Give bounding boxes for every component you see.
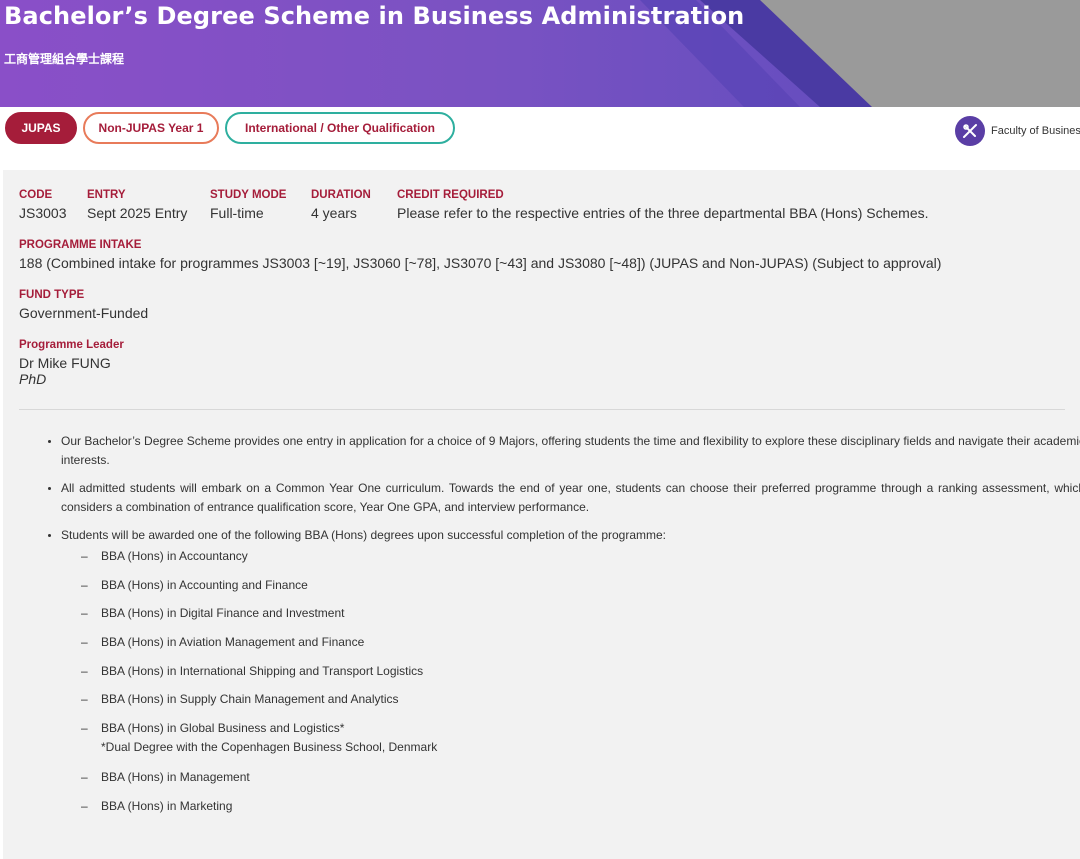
duration-value: 4 years — [311, 205, 357, 221]
degree-item: BBA (Hons) in Accountancy — [81, 547, 1080, 576]
tools-icon-graphic — [963, 124, 977, 138]
list-item: Students will be awarded one of the foll… — [61, 526, 1080, 826]
tab-international[interactable]: International / Other Qualification — [225, 112, 455, 144]
degree-item: BBA (Hons) in Aviation Management and Fi… — [81, 633, 1080, 662]
degree-item: BBA (Hons) in Global Business and Logist… — [81, 719, 1080, 768]
credit-label: CREDIT REQUIRED — [397, 189, 504, 201]
credit-value: Please refer to the respective entries o… — [397, 205, 929, 221]
page-title: Bachelor’s Degree Scheme in Business Adm… — [4, 2, 745, 30]
degree-item-label: BBA (Hons) in Global Business and Logist… — [101, 721, 345, 736]
code-value: JS3003 — [19, 205, 67, 221]
programme-info-panel: CODE JS3003 ENTRY Sept 2025 Entry STUDY … — [3, 170, 1080, 859]
leader-name: Dr Mike FUNG — [19, 355, 111, 371]
tools-icon — [955, 116, 985, 146]
duration-field: DURATION 4 years — [311, 189, 371, 221]
study-mode-value: Full-time — [210, 205, 264, 221]
tab-non-jupas-year-1[interactable]: Non-JUPAS Year 1 — [83, 112, 219, 144]
entry-label: ENTRY — [87, 189, 126, 201]
degree-item: BBA (Hons) in Supply Chain Management an… — [81, 690, 1080, 719]
fund-block: FUND TYPE Government-Funded — [19, 289, 148, 321]
degree-item: BBA (Hons) in Accounting and Finance — [81, 576, 1080, 605]
list-item: All admitted students will embark on a C… — [61, 479, 1080, 517]
page-subtitle: 工商管理組合學士課程 — [4, 52, 125, 66]
study-mode-field: STUDY MODE Full-time — [210, 189, 286, 221]
duration-label: DURATION — [311, 189, 371, 201]
fund-value: Government-Funded — [19, 305, 149, 321]
degree-item: BBA (Hons) in Digital Finance and Invest… — [81, 604, 1080, 633]
list-item: Our Bachelor’s Degree Scheme provides on… — [61, 432, 1080, 470]
divider — [19, 409, 1065, 410]
admission-tabs: JUPAS Non-JUPAS Year 1 International / O… — [5, 112, 455, 144]
intake-block: PROGRAMME INTAKE 188 (Combined intake fo… — [19, 239, 941, 271]
leader-label: Programme Leader — [19, 339, 124, 351]
intake-label: PROGRAMME INTAKE — [19, 239, 142, 251]
degree-item: BBA (Hons) in Management — [81, 768, 1080, 797]
code-label: CODE — [19, 189, 53, 201]
entry-value: Sept 2025 Entry — [87, 205, 188, 221]
leader-title: PhD — [19, 371, 47, 387]
code-field: CODE JS3003 — [19, 189, 66, 221]
programme-description-list: Our Bachelor’s Degree Scheme provides on… — [41, 432, 1080, 835]
degree-note: *Dual Degree with the Copenhagen Busines… — [101, 740, 438, 755]
intake-value: 188 (Combined intake for programmes JS30… — [19, 255, 942, 271]
leader-block: Programme Leader Dr Mike FUNG PhD — [19, 339, 124, 387]
degree-item: BBA (Hons) in Marketing — [81, 797, 1080, 826]
header-banner: Bachelor’s Degree Scheme in Business Adm… — [0, 0, 1080, 107]
fund-label: FUND TYPE — [19, 289, 85, 301]
study-mode-label: STUDY MODE — [210, 189, 287, 201]
tab-jupas[interactable]: JUPAS — [5, 112, 77, 144]
entry-field: ENTRY Sept 2025 Entry — [87, 189, 187, 221]
faculty-link[interactable]: Faculty of Business — [955, 116, 1080, 146]
faculty-label: Faculty of Business — [991, 125, 1080, 137]
degree-list: BBA (Hons) in Accountancy BBA (Hons) in … — [81, 547, 1080, 826]
list-item-text: Students will be awarded one of the foll… — [61, 528, 667, 542]
degree-item: BBA (Hons) in International Shipping and… — [81, 662, 1080, 691]
credit-field: CREDIT REQUIRED Please refer to the resp… — [397, 189, 929, 221]
